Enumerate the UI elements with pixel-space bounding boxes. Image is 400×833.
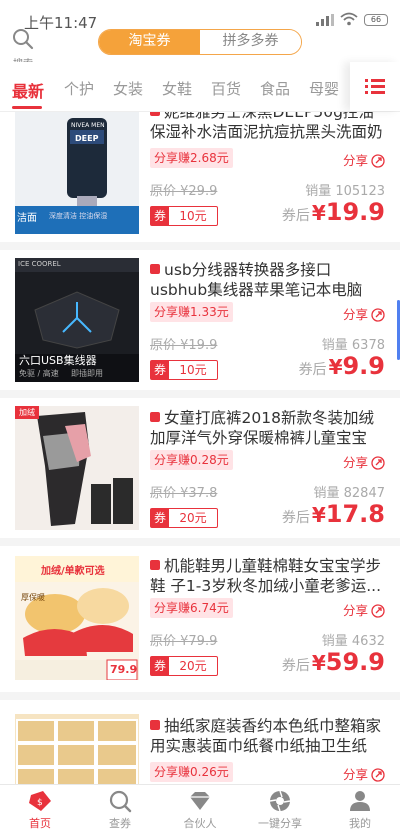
thumb-brand: NIVEA MEN (71, 122, 105, 129)
svg-text:$: $ (37, 798, 43, 808)
search-icon (109, 790, 132, 813)
thumb-tagline: 深度清洁 控油保湿 (49, 212, 108, 220)
divider (0, 692, 400, 700)
nav-home[interactable]: $ 首页 (0, 785, 80, 833)
product-image (15, 714, 139, 784)
thumb-product-line: DEEP (75, 134, 99, 143)
coupon-tag: 券 10元 (150, 360, 218, 380)
final-price: 券后 ¥19.9 (281, 198, 385, 226)
tab-food[interactable]: 食品 (260, 78, 290, 99)
coupon-tag: 券 20元 (150, 656, 218, 676)
tmall-icon (150, 264, 160, 274)
product-image: 洁面 深度清洁 控油保湿 NIVEA MEN DEEP (15, 112, 139, 234)
nav-partner[interactable]: 合伙人 (160, 785, 240, 833)
product-card[interactable]: 加绒 女童打底裤2018新款冬装加绒加厚洋气外穿保暖棉裤儿童宝宝长... 分享赚… (0, 398, 400, 554)
nav-one-click-share[interactable]: 一键分享 (240, 785, 320, 833)
tab-mother-baby[interactable]: 母婴 (309, 78, 339, 99)
divider (0, 242, 400, 250)
thumb-price: 79.9 (110, 663, 138, 676)
home-coupon-icon: $ (29, 791, 51, 811)
tmall-icon (150, 720, 160, 730)
tab-latest[interactable]: 最新 (12, 78, 44, 102)
thumb-label: 六口USB集线器 (19, 354, 97, 367)
tmall-icon (150, 112, 160, 116)
bottom-navigation: $ 首页 查券 合伙人 一键分享 我的 (0, 784, 400, 833)
thumb-feature: 免驱 / 高速 (19, 369, 59, 378)
share-button[interactable]: 分享 (343, 452, 385, 471)
wifi-icon (340, 12, 358, 26)
coupon-tag: 券 10元 (150, 206, 218, 226)
diamond-icon (190, 792, 210, 810)
tab-womens-clothing[interactable]: 女装 (113, 78, 143, 99)
product-card[interactable]: 抽纸家庭装香约本色纸巾整箱家用实惠装面巾纸餐巾纸抽卫生纸 分享赚0.26元 分享 (0, 700, 400, 784)
signal-icon (316, 14, 334, 26)
segment-taobao[interactable]: 淘宝券 (99, 30, 200, 54)
category-tabs: 最新 个护 女装 女鞋 百货 食品 母婴 (0, 62, 400, 112)
nav-check-coupon[interactable]: 查券 (80, 785, 160, 833)
share-icon (371, 154, 385, 168)
product-title: 女童打底裤2018新款冬装加绒加厚洋气外穿保暖棉裤儿童宝宝长... (150, 409, 374, 447)
share-button[interactable]: 分享 (343, 764, 385, 783)
share-button[interactable]: 分享 (343, 150, 385, 169)
platform-switch: 淘宝券 拼多多券 (98, 29, 302, 55)
sales-count: 销量 6378 (321, 338, 385, 353)
coupon-tag: 券 20元 (150, 508, 218, 528)
original-price: 原价 ¥29.9 (150, 184, 218, 199)
thumb-brand: ICE COOREL (18, 260, 61, 268)
divider (0, 390, 400, 398)
segment-pinduoduo[interactable]: 拼多多券 (200, 30, 301, 54)
person-icon (350, 791, 370, 811)
final-price: 券后 ¥9.9 (298, 352, 385, 380)
tab-general-goods[interactable]: 百货 (211, 78, 241, 99)
battery-icon: 66 (364, 14, 388, 26)
aperture-icon (269, 790, 291, 812)
product-title: usb分线器转换器多接口usbhub集线器苹果笔记本电脑usb高速... (150, 261, 363, 299)
share-icon (371, 604, 385, 618)
nav-mine[interactable]: 我的 (320, 785, 400, 833)
share-earn-badge: 分享赚2.68元 (150, 148, 233, 168)
product-card[interactable]: 加绒/单款可选 厚保暖 79.9 机能鞋男儿童鞋棉鞋女宝宝学步鞋 子1-3岁秋冬… (0, 546, 400, 702)
final-price: 券后 ¥59.9 (281, 648, 385, 676)
product-card[interactable]: ICE COOREL 六口USB集线器 免驱 / 高速 即插即用 usb分线器转… (0, 250, 400, 406)
original-price: 原价 ¥79.9 (150, 634, 218, 649)
product-list: 洁面 深度清洁 控油保湿 NIVEA MEN DEEP 妮维雅男士深黑DEEP5… (0, 112, 400, 784)
product-image: 加绒/单款可选 厚保暖 79.9 (15, 556, 139, 680)
sales-count: 销量 82847 (313, 486, 386, 501)
tab-personal-care[interactable]: 个护 (64, 78, 94, 99)
thumb-feature: 厚保暖 (21, 593, 45, 602)
share-earn-badge: 分享赚6.74元 (150, 598, 233, 618)
search-icon (13, 29, 34, 50)
share-earn-badge: 分享赚1.33元 (150, 302, 233, 322)
tmall-icon (150, 412, 160, 422)
product-title: 抽纸家庭装香约本色纸巾整箱家用实惠装面巾纸餐巾纸抽卫生纸 (150, 717, 382, 755)
product-title: 机能鞋男儿童鞋棉鞋女宝宝学步鞋 子1-3岁秋冬加绒小童老爹运... (150, 557, 382, 595)
product-title: 妮维雅男士深黑DEEP50g控油保湿补水洁面泥抗痘抗黑头洗面奶 (150, 112, 386, 142)
product-card[interactable]: 洁面 深度清洁 控油保湿 NIVEA MEN DEEP 妮维雅男士深黑DEEP5… (0, 112, 400, 258)
product-image: 加绒 (15, 406, 139, 530)
category-menu-button[interactable] (350, 62, 400, 111)
list-menu-icon (365, 79, 385, 94)
share-earn-badge: 分享赚0.26元 (150, 762, 233, 782)
sales-count: 销量 105123 (305, 184, 385, 199)
original-price: 原价 ¥37.8 (150, 486, 218, 501)
thumb-headline: 加绒/单款可选 (41, 566, 105, 577)
share-button[interactable]: 分享 (343, 304, 385, 323)
share-icon (371, 456, 385, 470)
share-icon (371, 768, 385, 782)
tab-womens-shoes[interactable]: 女鞋 (162, 78, 192, 99)
share-button[interactable]: 分享 (343, 600, 385, 619)
product-image: ICE COOREL 六口USB集线器 免驱 / 高速 即插即用 (15, 258, 139, 382)
thumb-badge: 加绒 (15, 406, 39, 419)
thumb-label: 洁面 (17, 213, 37, 224)
sales-count: 销量 4632 (321, 634, 385, 649)
original-price: 原价 ¥19.9 (150, 338, 218, 353)
share-icon (371, 308, 385, 322)
final-price: 券后 ¥17.8 (281, 500, 385, 528)
active-tab-indicator (12, 106, 42, 109)
tmall-icon (150, 560, 160, 570)
divider (0, 538, 400, 546)
thumb-feature-2: 即插即用 (71, 369, 103, 378)
share-earn-badge: 分享赚0.28元 (150, 450, 233, 470)
